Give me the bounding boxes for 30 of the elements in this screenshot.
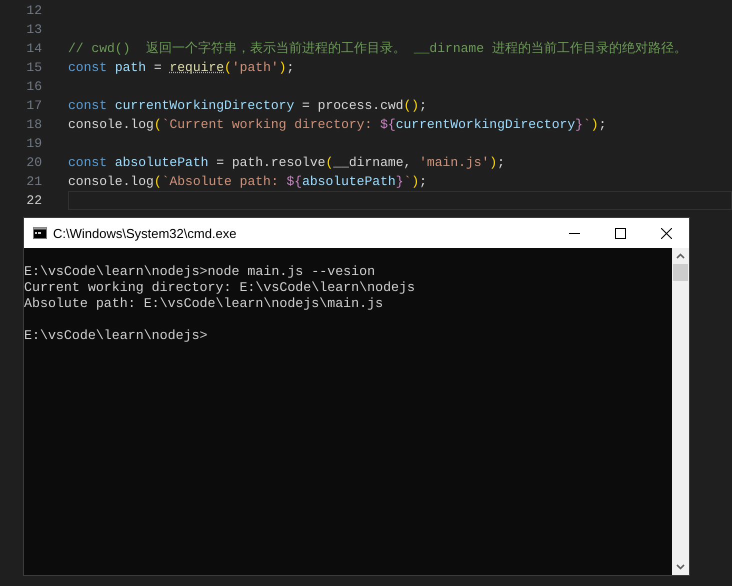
window-title: C:\Windows\System32\cmd.exe: [53, 226, 238, 240]
line-number: 17: [25, 98, 42, 113]
line-number: 13: [25, 22, 42, 37]
console-icon: [33, 227, 47, 239]
code-line: console.log(`Current working directory: ${currentWorkingDirectory}`);: [68, 116, 608, 134]
console-output-line: E:\vsCode\learn\nodejs>: [24, 328, 209, 344]
code-line: const path = require('path');: [68, 59, 296, 77]
line-number: 15: [25, 60, 42, 75]
scrollbar[interactable]: [672, 248, 689, 575]
scroll-thumb[interactable]: [673, 264, 688, 281]
console-output-line: Absolute path: E:\vsCode\learn\nodejs\main.js: [24, 296, 384, 312]
line-number: 12: [25, 3, 42, 18]
minimize-icon: [568, 232, 580, 234]
console-output-line: E:\vsCode\learn\nodejs>node main.js --vesion: [24, 264, 376, 280]
code-line: const currentWorkingDirectory = process.cwd();: [68, 97, 428, 115]
scroll-up-icon[interactable]: [676, 253, 685, 259]
line-number: 20: [25, 155, 42, 170]
line-number: 18: [25, 117, 42, 132]
line-number: 22: [25, 193, 42, 208]
line-number: 21: [25, 174, 42, 189]
code-line: console.log(`Absolute path: ${absolutePath}`);: [68, 173, 428, 191]
code-line: // cwd() 返回一个字符串，表示当前进程的工作目录。 __dirname 进程的当前工作目录的绝对路径。: [68, 40, 688, 58]
code-line: const absolutePath = path.resolve(__dirname, 'main.js');: [68, 154, 506, 172]
line-number: 19: [25, 136, 42, 151]
line-number: 16: [25, 79, 42, 94]
maximize-icon: [614, 228, 626, 238]
close-icon: [660, 228, 672, 238]
console-output-line: Current working directory: E:\vsCode\learn\nodejs: [24, 280, 416, 296]
line-number: 14: [25, 41, 42, 56]
scroll-down-icon[interactable]: [676, 564, 685, 570]
